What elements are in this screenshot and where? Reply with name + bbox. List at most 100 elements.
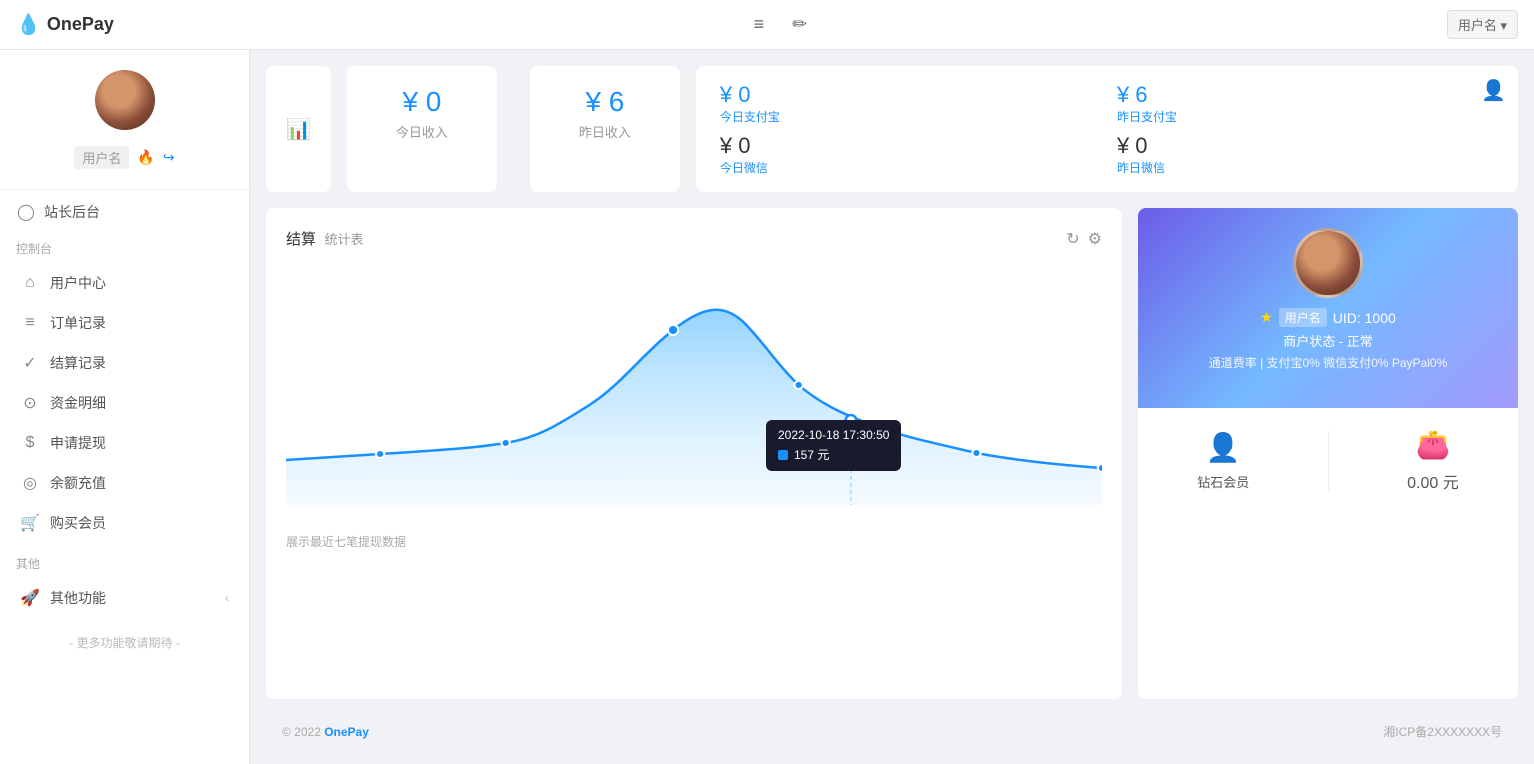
chart-point-2 xyxy=(502,439,510,447)
recharge-icon: ◎ xyxy=(20,473,40,493)
member-info: 👤 钻石会员 xyxy=(1197,431,1249,491)
user-info-card: ★ 用户名 UID: 1000 商户状态 - 正常 通道费率 | 支付宝0% 微… xyxy=(1138,208,1518,699)
cart-icon: 🛒 xyxy=(20,513,40,533)
today-wechat-amount: ¥ 0 xyxy=(720,133,751,159)
control-section-label: 控制台 xyxy=(0,228,249,263)
header-actions: ≡ ✏ xyxy=(746,10,816,39)
uid-text: UID: 1000 xyxy=(1333,310,1396,326)
yesterday-wechat-amount: ¥ 0 xyxy=(1117,133,1148,159)
logo: 💧 OnePay xyxy=(16,12,114,37)
chart-title-main: 结算 xyxy=(286,231,316,248)
webmaster-label: 站长后台 xyxy=(44,202,100,222)
chart-icon-card: 📊 xyxy=(266,66,331,192)
list-icon: ≡ xyxy=(20,314,40,332)
sidebar-item-withdraw[interactable]: $ 申请提现 xyxy=(0,423,249,463)
sidebar-label-recharge: 余额充值 xyxy=(50,473,106,493)
sidebar-profile: 用户名 🔥 ↪ xyxy=(0,50,249,190)
sidebar-label-withdraw: 申请提现 xyxy=(50,433,106,453)
profile-fire-btn[interactable]: 🔥 xyxy=(137,149,154,166)
sidebar-more-text: - 更多功能敬请期待 - xyxy=(0,618,249,667)
app-name: OnePay xyxy=(47,14,114,35)
chart-point-1 xyxy=(376,450,384,458)
chart-subtitle: 统计表 xyxy=(324,232,363,247)
sidebar-item-settlement-records[interactable]: ✓ 结算记录 xyxy=(0,343,249,383)
home-icon: ⌂ xyxy=(20,274,40,292)
check-icon: ✓ xyxy=(20,353,40,373)
today-alipay-amount: ¥ 0 xyxy=(720,82,751,108)
sidebar-label-other-functions: 其他功能 xyxy=(50,588,106,608)
other-section-label: 其他 xyxy=(0,543,249,578)
today-income-card: ¥ 0 今日收入 xyxy=(347,66,497,192)
webmaster-icon: ◯ xyxy=(16,202,36,222)
uid-row: ★ 用户名 UID: 1000 xyxy=(1209,308,1448,327)
today-wechat: ¥ 0 今日微信 xyxy=(720,133,1097,176)
sidebar-label-buy-member: 购买会员 xyxy=(50,513,106,533)
member-icon: 👤 xyxy=(1206,431,1241,464)
chart-settings-btn[interactable]: ⚙ xyxy=(1088,229,1102,249)
person-icon: 👤 xyxy=(1481,78,1506,103)
middle-row: 结算 统计表 ↻ ⚙ xyxy=(266,208,1518,699)
chart-area: 2022-10-18 17:30:50 157 元 xyxy=(286,265,1102,525)
user-card-info: ★ 用户名 UID: 1000 商户状态 - 正常 通道费率 | 支付宝0% 微… xyxy=(1209,308,1448,371)
sidebar-item-order-records[interactable]: ≡ 订单记录 xyxy=(0,303,249,343)
card-divider xyxy=(1328,431,1329,491)
balance-info: 👛 0.00 元 xyxy=(1407,428,1459,493)
sidebar-item-buy-member[interactable]: 🛒 购买会员 xyxy=(0,503,249,543)
edit-button[interactable]: ✏ xyxy=(784,10,815,39)
copyright-year: © 2022 xyxy=(282,725,321,739)
chart-point-3 xyxy=(794,381,802,389)
yesterday-wechat: ¥ 0 昨日微信 xyxy=(1117,133,1494,176)
chart-area-fill xyxy=(286,310,1102,505)
menu-button[interactable]: ≡ xyxy=(746,10,773,39)
sidebar-label-fund-details: 资金明细 xyxy=(50,393,106,413)
sidebar-item-recharge[interactable]: ◎ 余额充值 xyxy=(0,463,249,503)
layout: 用户名 🔥 ↪ ◯ 站长后台 控制台 ⌂ 用户中心 ≡ 订单记录 ✓ 结算记录 … xyxy=(0,50,1534,764)
profile-name: 用户名 xyxy=(74,146,129,169)
chart-footer: 展示最近七笔提现数据 xyxy=(286,533,1102,550)
yesterday-alipay-label[interactable]: 昨日支付宝 xyxy=(1117,108,1177,125)
today-alipay-label[interactable]: 今日支付宝 xyxy=(720,108,780,125)
yesterday-income-card: ¥ 6 昨日收入 xyxy=(530,66,680,192)
top-header: 💧 OnePay ≡ ✏ 用户名 ▾ xyxy=(0,0,1534,50)
search-icon: ⊙ xyxy=(20,393,40,413)
merchant-status: 商户状态 - 正常 xyxy=(1209,331,1448,350)
user-dropdown[interactable]: 用户名 ▾ xyxy=(1447,10,1518,39)
icp-number: 湘ICP备2XXXXXXX号 xyxy=(1383,723,1502,740)
bar-chart-icon: 📊 xyxy=(286,117,311,142)
today-wechat-label[interactable]: 今日微信 xyxy=(720,159,768,176)
sidebar-item-user-center[interactable]: ⌂ 用户中心 xyxy=(0,263,249,303)
sidebar-item-webmaster[interactable]: ◯ 站长后台 xyxy=(16,202,233,222)
sidebar-label-settlement-records: 结算记录 xyxy=(50,353,106,373)
stats-row: 📊 ¥ 0 今日收入 ¥ 6 昨日收入 👤 ¥ 0 今日支付宝 xyxy=(266,66,1518,192)
chart-card: 结算 统计表 ↻ ⚙ xyxy=(266,208,1122,699)
copyright-text: © 2022 OnePay xyxy=(282,725,369,739)
sidebar-item-other-functions[interactable]: 🚀 其他功能 ‹ xyxy=(0,578,249,618)
profile-logout-btn[interactable]: ↪ xyxy=(163,149,175,166)
payment-stats-card: 👤 ¥ 0 今日支付宝 ¥ 6 昨日支付宝 ¥ 0 今日微信 ¥ 0 昨日微信 xyxy=(696,66,1518,192)
yesterday-alipay: ¥ 6 昨日支付宝 xyxy=(1117,82,1494,125)
chart-refresh-btn[interactable]: ↻ xyxy=(1066,229,1079,249)
avatar xyxy=(95,70,155,130)
sidebar-item-fund-details[interactable]: ⊙ 资金明细 xyxy=(0,383,249,423)
chart-point-5 xyxy=(1098,464,1102,472)
yesterday-alipay-amount: ¥ 6 xyxy=(1117,82,1148,108)
rocket-icon: 🚀 xyxy=(20,588,40,608)
today-alipay: ¥ 0 今日支付宝 xyxy=(720,82,1097,125)
user-card-avatar xyxy=(1293,228,1363,298)
wallet-icon: 👛 xyxy=(1416,428,1451,461)
webmaster-section: ◯ 站长后台 xyxy=(0,190,249,228)
star-icon: ★ xyxy=(1260,309,1273,326)
sidebar: 用户名 🔥 ↪ ◯ 站长后台 控制台 ⌂ 用户中心 ≡ 订单记录 ✓ 结算记录 … xyxy=(0,50,250,764)
uid-name-badge: 用户名 xyxy=(1279,308,1327,327)
yesterday-wechat-label[interactable]: 昨日微信 xyxy=(1117,159,1165,176)
member-label: 钻石会员 xyxy=(1197,472,1249,491)
sidebar-label-order-records: 订单记录 xyxy=(50,313,106,333)
chart-svg xyxy=(286,265,1102,525)
chart-actions: ↻ ⚙ xyxy=(1066,229,1102,249)
today-income-amount: ¥ 0 xyxy=(402,86,441,118)
main-content: 📊 ¥ 0 今日收入 ¥ 6 昨日收入 👤 ¥ 0 今日支付宝 xyxy=(250,50,1534,764)
footer-brand: OnePay xyxy=(324,725,369,739)
today-income-label: 今日收入 xyxy=(396,122,448,141)
user-card-header: ★ 用户名 UID: 1000 商户状态 - 正常 通道费率 | 支付宝0% 微… xyxy=(1138,208,1518,408)
rate-info: 通道费率 | 支付宝0% 微信支付0% PayPal0% xyxy=(1209,354,1448,371)
